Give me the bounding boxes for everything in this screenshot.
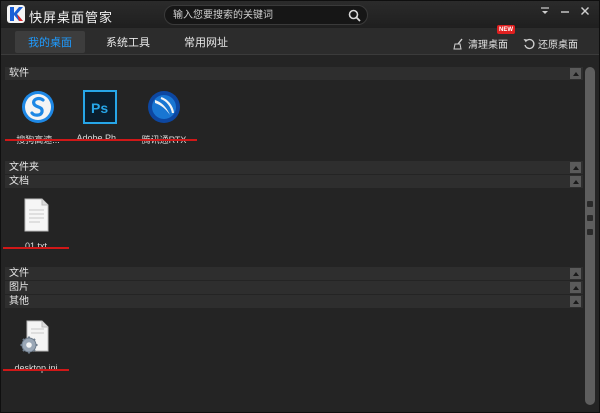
menu-dropdown-icon[interactable] — [537, 3, 553, 19]
tab-common-sites[interactable]: 常用网址 — [171, 31, 241, 53]
item-label: 腾讯通RTX — [129, 133, 199, 146]
collapse-up-icon[interactable] — [570, 296, 581, 307]
item-label: desktop.ini — [1, 363, 71, 373]
close-icon[interactable] — [577, 3, 593, 19]
collapse-up-icon[interactable] — [570, 282, 581, 293]
tab-my-desktop[interactable]: 我的桌面 — [15, 31, 85, 53]
window-controls — [537, 3, 593, 19]
section-title: 其他 — [9, 296, 29, 307]
app-logo-icon — [7, 5, 25, 23]
section-header-other[interactable]: 其他 — [5, 295, 583, 308]
restore-desktop-button[interactable]: 还原桌面 — [523, 36, 578, 51]
search-input[interactable] — [173, 8, 343, 22]
desktop-item[interactable]: 搜狗高速... — [3, 89, 73, 146]
scroll-thumb[interactable] — [585, 67, 595, 405]
item-label: Adobe Ph... — [65, 133, 135, 143]
section-header-folders[interactable]: 文件夹 — [5, 161, 583, 174]
section-title: 文档 — [9, 176, 29, 187]
section-header-pictures[interactable]: 图片 — [5, 281, 583, 294]
minimize-icon[interactable] — [557, 3, 573, 19]
grip-dot — [587, 229, 593, 235]
section-title: 图片 — [9, 282, 29, 293]
desktop-content: 软件 搜狗高速... Ps Adobe Ph... 腾讯通RTX 文件夹 文档 … — [3, 63, 583, 411]
section-title: 文件夹 — [9, 162, 39, 173]
desktop-item[interactable]: desktop.ini — [1, 319, 71, 373]
broom-icon — [453, 38, 463, 49]
text-file-icon — [24, 198, 49, 232]
grip-dot — [587, 201, 593, 207]
grip-dot — [587, 215, 593, 221]
app-window: 快屏桌面管家 我的桌面 系统工具 常用网址 — [0, 0, 600, 413]
search-icon[interactable] — [348, 9, 361, 22]
collapse-up-icon[interactable] — [570, 68, 581, 79]
section-title: 软件 — [9, 68, 29, 79]
item-label: 01.txt — [1, 241, 71, 251]
rtx-icon — [148, 91, 180, 123]
desktop-item[interactable]: Ps Adobe Ph... — [65, 89, 135, 143]
collapse-up-icon[interactable] — [570, 176, 581, 187]
sogou-icon — [22, 91, 54, 123]
collapse-up-icon[interactable] — [570, 162, 581, 173]
app-title: 快屏桌面管家 — [29, 10, 114, 25]
collapse-up-icon[interactable] — [570, 268, 581, 279]
section-header-software[interactable]: 软件 — [5, 67, 583, 80]
restore-desktop-label: 还原桌面 — [538, 40, 578, 51]
section-header-files[interactable]: 文件 — [5, 267, 583, 280]
svg-text:Ps: Ps — [91, 100, 108, 116]
ini-file-icon — [20, 320, 49, 354]
section-header-documents[interactable]: 文档 — [5, 175, 583, 188]
desktop-item[interactable]: 腾讯通RTX — [129, 89, 199, 146]
new-badge: NEW — [497, 25, 515, 34]
search-box — [164, 5, 368, 25]
section-title: 文件 — [9, 268, 29, 279]
item-label: 搜狗高速... — [3, 133, 73, 146]
restore-icon — [523, 38, 535, 49]
vertical-scrollbar[interactable] — [585, 63, 595, 409]
clean-desktop-button[interactable]: 清理桌面 — [453, 36, 508, 51]
title-bar: 快屏桌面管家 — [1, 1, 599, 28]
tab-system-tools[interactable]: 系统工具 — [93, 31, 163, 53]
clean-desktop-label: 清理桌面 — [468, 40, 508, 51]
photoshop-icon: Ps — [83, 90, 117, 124]
desktop-item[interactable]: 01.txt — [1, 197, 71, 251]
